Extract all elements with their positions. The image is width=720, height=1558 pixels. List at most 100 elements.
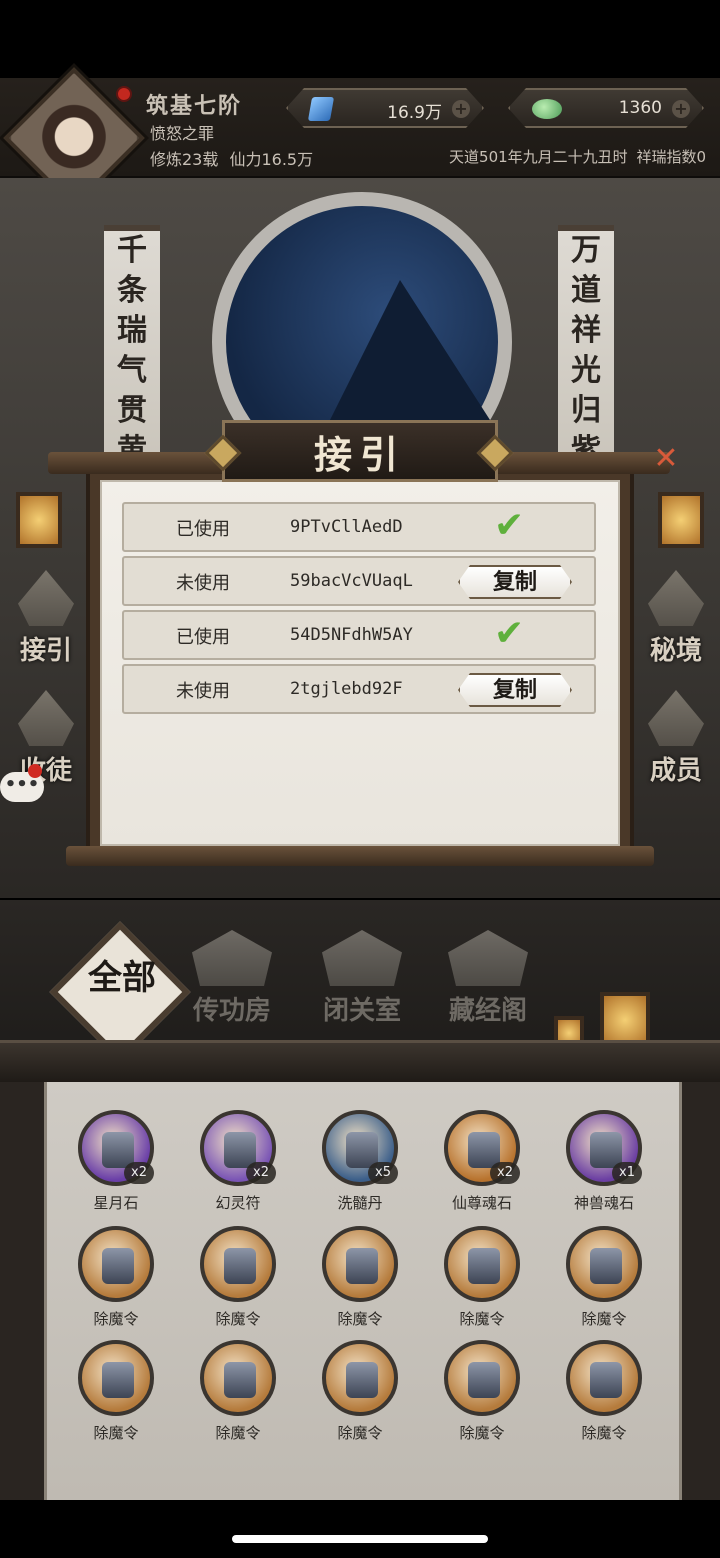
item-icon <box>322 1226 398 1302</box>
item-name: 除魔令 <box>581 1310 627 1328</box>
code-row: 已使用 54D5NFdhW5AY ✔ <box>122 610 596 660</box>
power-value: 仙力16.5万 <box>229 150 314 169</box>
item-icon: x2 <box>444 1110 520 1186</box>
check-icon: ✔ <box>494 505 525 546</box>
pavilion-icon <box>448 930 528 986</box>
item-emblem <box>590 1362 622 1398</box>
copy-button[interactable]: 复制 <box>458 565 572 599</box>
banner-char: 归 <box>571 393 601 428</box>
item-name: 幻灵符 <box>215 1194 261 1212</box>
side-button-label: 成员 <box>649 756 702 786</box>
tab-label: 闭关室 <box>322 996 401 1026</box>
tab-all[interactable]: 全部 <box>72 956 172 1000</box>
members-icon <box>648 690 704 746</box>
item-emblem <box>224 1248 256 1284</box>
inventory-item[interactable]: 除魔令 <box>66 1340 166 1443</box>
inventory-item[interactable]: 除魔令 <box>188 1226 288 1329</box>
side-button-label: 秘境 <box>649 636 702 666</box>
item-name: 神兽魂石 <box>573 1194 634 1212</box>
item-count: x1 <box>612 1162 642 1184</box>
copy-button[interactable]: 复制 <box>458 673 572 707</box>
side-button-recruit[interactable]: 接引 <box>6 570 86 667</box>
cultivation-years: 修炼23载 <box>150 150 219 169</box>
jade-icon <box>532 99 562 119</box>
tab-label: 传功房 <box>192 996 271 1026</box>
code-status: 未使用 <box>176 573 230 594</box>
gem-resource: 16.9万 + <box>286 88 484 128</box>
item-name: 除魔令 <box>581 1424 627 1442</box>
banner-char: 条 <box>117 273 147 308</box>
inventory-item[interactable]: 除魔令 <box>432 1226 532 1329</box>
player-title: 愤怒之罪 <box>150 124 215 143</box>
luck-index: 祥瑞指数0 <box>636 148 706 166</box>
side-button-members[interactable]: 成员 <box>636 690 716 787</box>
item-name: 除魔令 <box>215 1310 261 1328</box>
tab-skill-room[interactable]: 传功房 <box>172 930 292 1027</box>
world-date: 天道501年九月二十九丑时 祥瑞指数0 <box>449 146 706 167</box>
close-dialog-button[interactable]: ✕ <box>650 444 682 476</box>
inventory-item[interactable]: 除魔令 <box>310 1340 410 1443</box>
add-jade-button[interactable]: + <box>672 100 690 118</box>
pavilion-icon <box>192 930 272 986</box>
inventory-item[interactable]: 除魔令 <box>554 1226 654 1329</box>
code-status: 已使用 <box>176 519 230 540</box>
left-banner: 千 条 瑞 气 贯 黄 <box>104 225 160 475</box>
inventory-item[interactable]: 除魔令 <box>432 1340 532 1443</box>
add-gems-button[interactable]: + <box>452 100 470 118</box>
code-status: 已使用 <box>176 627 230 648</box>
item-emblem <box>224 1362 256 1398</box>
inventory-item[interactable]: x2 星月石 <box>66 1110 166 1213</box>
invite-code: 54D5NFdhW5AY <box>290 625 413 645</box>
jade-amount: 1360 <box>618 98 662 118</box>
side-button-label: 接引 <box>19 636 72 666</box>
invite-code: 59bacVcVUaqL <box>290 571 413 591</box>
scroll-rod-bottom <box>66 846 654 866</box>
player-rank: 筑基七阶 <box>146 93 243 119</box>
banner-char: 祥 <box>571 313 601 348</box>
item-icon <box>566 1340 642 1416</box>
home-indicator[interactable] <box>232 1535 488 1543</box>
item-emblem <box>102 1362 134 1398</box>
code-row: 未使用 2tgjlebd92F 复制 <box>122 664 596 714</box>
tab-label: 藏经阁 <box>448 996 527 1026</box>
inventory-item[interactable]: 除魔令 <box>188 1340 288 1443</box>
item-name: 除魔令 <box>459 1424 505 1442</box>
date-text: 天道501年九月二十九丑时 <box>449 148 628 166</box>
secret-realm-icon <box>648 570 704 626</box>
tab-retreat-room[interactable]: 闭关室 <box>302 930 422 1027</box>
item-emblem <box>346 1248 378 1284</box>
inventory-item[interactable]: x2 仙尊魂石 <box>432 1110 532 1213</box>
item-emblem <box>346 1362 378 1398</box>
item-name: 星月石 <box>93 1194 139 1212</box>
inventory-item[interactable]: 除魔令 <box>66 1226 166 1329</box>
item-emblem <box>102 1248 134 1284</box>
item-icon <box>444 1340 520 1416</box>
gem-icon <box>308 97 334 121</box>
inventory-left-post <box>0 1082 44 1500</box>
item-name: 除魔令 <box>337 1310 383 1328</box>
inventory-item[interactable]: x5 洗髓丹 <box>310 1110 410 1213</box>
right-banner: 万 道 祥 光 归 紫 <box>558 225 614 475</box>
item-icon <box>444 1226 520 1302</box>
item-name: 除魔令 <box>459 1310 505 1328</box>
left-lantern <box>16 492 62 548</box>
mountain-silhouette <box>330 280 490 420</box>
banner-char: 万 <box>571 233 601 268</box>
inventory-item[interactable]: x2 幻灵符 <box>188 1110 288 1213</box>
item-icon <box>78 1340 154 1416</box>
tab-library[interactable]: 藏经阁 <box>428 930 548 1027</box>
chat-notification-dot <box>28 764 42 778</box>
item-name: 除魔令 <box>215 1424 261 1442</box>
banner-char: 光 <box>571 353 601 388</box>
banner-char: 道 <box>571 273 601 308</box>
check-icon: ✔ <box>494 613 525 654</box>
inventory-item[interactable]: 除魔令 <box>310 1226 410 1329</box>
item-emblem <box>468 1248 500 1284</box>
invite-code: 2tgjlebd92F <box>290 679 403 699</box>
item-icon <box>322 1340 398 1416</box>
inventory-item[interactable]: 除魔令 <box>554 1340 654 1443</box>
side-button-secret-realm[interactable]: 秘境 <box>636 570 716 667</box>
inventory-item[interactable]: x1 神兽魂石 <box>554 1110 654 1213</box>
banner-char: 千 <box>117 233 147 268</box>
item-count: x5 <box>368 1162 398 1184</box>
